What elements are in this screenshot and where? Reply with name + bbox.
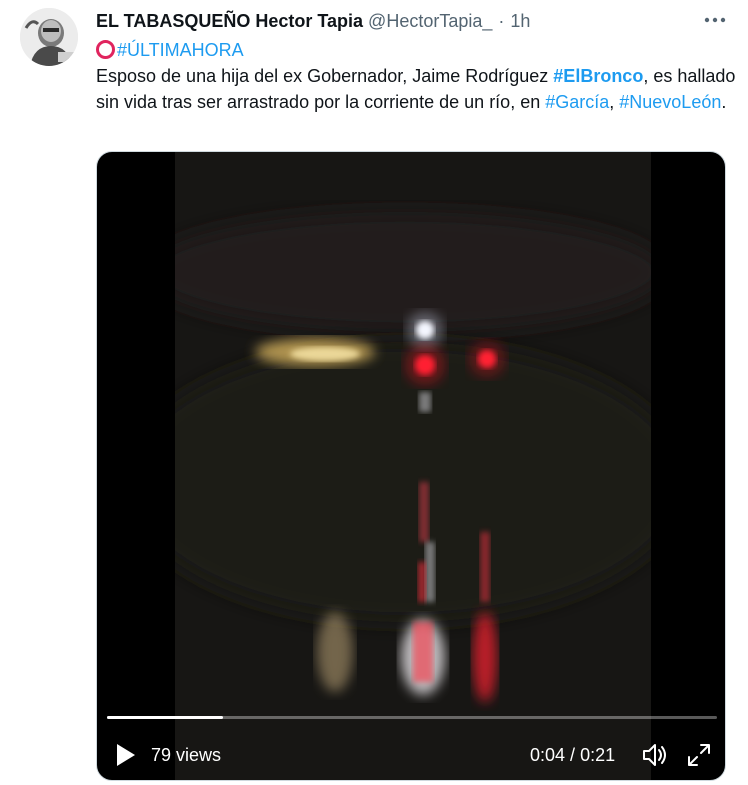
play-icon [117,744,135,766]
video-timecode: 0:04 / 0:21 [530,744,615,766]
hashtag-nuevoleon[interactable]: #NuevoLeón [619,92,721,112]
more-button[interactable] [700,8,730,32]
separator-dot: · [498,11,505,31]
tweet-text-part-3: , [609,92,620,112]
tweet-text: #ÚLTIMAHORA Esposo de una hija del ex Go… [96,37,736,115]
progress-bar-fill [107,716,223,719]
tweet-header: EL TABASQUEÑO Hector Tapia @HectorTapia_… [96,9,530,33]
tweet-text-part-1: Esposo de una hija del ex Gobernador, Ja… [96,66,554,86]
more-horizontal-icon [704,17,726,23]
tweet[interactable]: EL TABASQUEÑO Hector Tapia @HectorTapia_… [0,0,748,785]
progress-bar[interactable] [107,716,717,719]
video-player[interactable]: 79 views 0:04 / 0:21 [96,151,726,781]
volume-button[interactable] [641,741,669,769]
avatar-image [20,8,78,66]
hashtag-garcia[interactable]: #García [545,92,609,112]
author-name[interactable]: EL TABASQUEÑO Hector Tapia [96,9,363,33]
timestamp[interactable]: 1h [510,9,530,33]
duration: 0:21 [580,745,616,765]
hashtag-ultimahora[interactable]: #ÚLTIMAHORA [117,40,244,60]
fullscreen-icon [688,744,710,766]
author-handle[interactable]: @HectorTapia_ [368,9,492,33]
hashtag-elbronco[interactable]: #ElBronco [553,66,643,86]
current-time: 0:04 [530,745,566,765]
tweet-text-part-4: . [721,92,727,112]
night-river-scene [175,152,651,780]
time-separator: / [565,745,581,765]
volume-icon [643,744,666,766]
play-button[interactable] [115,742,137,768]
avatar[interactable] [20,8,78,66]
video-frame[interactable] [175,152,651,780]
view-count: 79 views [151,745,222,765]
red-circle-emoji-icon [96,40,115,59]
fullscreen-button[interactable] [685,741,713,769]
tweet-body: Esposo de una hija del ex Gobernador, Ja… [96,63,736,115]
tweet-first-line: #ÚLTIMAHORA [96,37,736,63]
video-controls: 79 views 0:04 / 0:21 [97,732,725,776]
